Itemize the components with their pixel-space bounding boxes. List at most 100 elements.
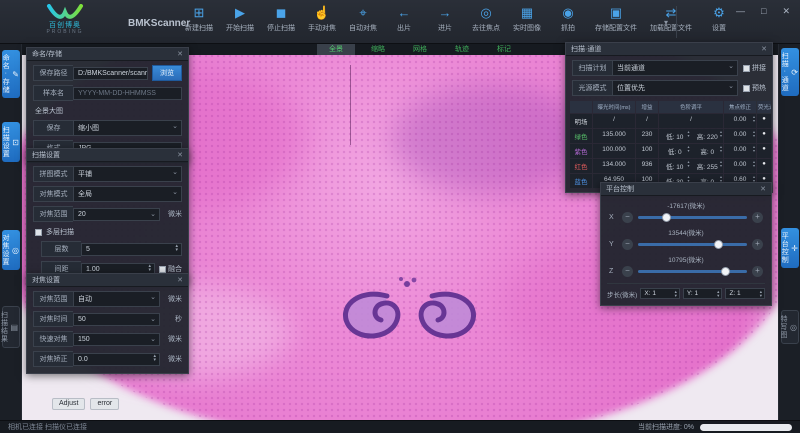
sidebar-tab-naming-storage[interactable]: ✎ 命名·存储 (2, 50, 20, 98)
toolbar-snapshot[interactable]: ◉ 抓拍 (554, 5, 582, 33)
sidebar-tab-focus-settings[interactable]: ◎ 对焦设置 (2, 230, 20, 270)
toolbar-stop-scan[interactable]: ◼ 停止扫描 (267, 5, 295, 33)
panel-stage-control: 平台控制 ✕ -17617(微米) X − + 13544(微米) Y − + … (600, 182, 772, 306)
scan-plan-select[interactable]: 当前通道 (612, 60, 738, 76)
sidebar-tab-scan-settings[interactable]: ⊡ 扫描设置 (2, 122, 20, 162)
y-step-stepper[interactable]: Y: 1 (683, 288, 723, 299)
channel-toggle[interactable]: ● (757, 159, 771, 173)
sample-name-input[interactable]: YYYY-MM-DD-HHMMSS (73, 87, 182, 100)
toolbar-manual-focus[interactable]: ☝ 手动对焦 (308, 5, 336, 33)
save-config-icon: ▣ (610, 5, 622, 21)
fast-focus-select[interactable]: 150 (73, 333, 160, 346)
manual-focus-icon: ☝ (314, 5, 330, 21)
view-tab-grid[interactable]: 网格 (401, 44, 439, 55)
load-slide-icon: → (439, 5, 452, 21)
view-tab-marker[interactable]: 标记 (485, 44, 523, 55)
browse-button[interactable]: 浏览 (152, 65, 182, 81)
level-low-stepper[interactable]: 低: 0 (659, 144, 691, 158)
channel-toggle[interactable]: ● (757, 129, 771, 143)
col-exposure: 曝光时间(ms) (593, 101, 635, 113)
toolbar-live-image[interactable]: ▦ 实时图像 (513, 5, 541, 33)
close-icon[interactable]: ✕ (761, 45, 767, 53)
focus-range-select[interactable]: 自动 (73, 291, 160, 307)
y-slider-thumb[interactable] (714, 240, 723, 249)
x-minus-button[interactable]: − (622, 212, 633, 223)
x-position-label: -17617(微米) (601, 200, 771, 210)
list-icon: ▤ (10, 323, 19, 332)
view-tab-overview[interactable]: 全景 (317, 44, 355, 55)
right-tab-strip: ⟳ 扫描·通道 ✛ 平台控制 ◎ 特写图 (778, 44, 800, 420)
multilayer-checkbox[interactable] (35, 229, 42, 236)
x-slider[interactable] (638, 216, 747, 219)
close-icon[interactable]: ✕ (177, 276, 183, 284)
stitch-checkbox[interactable] (743, 65, 750, 72)
toolbar-more-caret-icon[interactable]: ▾ (664, 18, 668, 27)
focus-correction-stepper[interactable]: 0.00 (724, 114, 756, 128)
toolbar-load-config[interactable]: ⇄ 加载配置文件 (650, 5, 692, 33)
minimize-button[interactable]: — (736, 6, 745, 17)
save-mode-select[interactable]: 缩小图 (73, 120, 182, 136)
sidebar-tab-stage-control[interactable]: ✛ 平台控制 (781, 228, 799, 268)
view-tab-track[interactable]: 轨迹 (443, 44, 481, 55)
col-gain: 增益 (636, 101, 658, 113)
save-path-input[interactable]: D:/BMKScanner/scanresult/XXX (73, 67, 148, 80)
channel-toggle[interactable]: ● (757, 114, 771, 128)
z-slider-thumb[interactable] (721, 267, 730, 276)
toolbar-new-scan[interactable]: ⊞ 新建扫描 (185, 5, 213, 33)
sidebar-tab-scan-channels[interactable]: ⟳ 扫描·通道 (781, 48, 799, 96)
level-high-stepper[interactable]: 高: 255 (692, 159, 724, 173)
fast-focus-label: 快速对焦 (33, 331, 73, 347)
toolbar-start-scan[interactable]: ▶ 开始扫描 (226, 5, 254, 33)
level-high-stepper[interactable]: 高: 0 (692, 144, 724, 158)
scan-plan-label: 扫描计划 (572, 60, 612, 76)
title-bar: 百创博奥 PROBING BMKScanner ⊞ 新建扫描 ▶ 开始扫描 ◼ … (0, 0, 800, 44)
y-slider[interactable] (638, 243, 747, 246)
col-channel-toggle: 荧光通道 (757, 101, 771, 113)
x-step-stepper[interactable]: X: 1 (640, 288, 680, 299)
z-minus-button[interactable]: − (622, 266, 633, 277)
toolbar-eject-slide[interactable]: ← 出片 (390, 5, 418, 33)
focus-time-select[interactable]: 50 (73, 313, 160, 326)
focus-mode-select[interactable]: 全局 (73, 186, 182, 202)
layers-stepper[interactable]: 5 (81, 243, 182, 256)
view-tab-thumbnail[interactable]: 缩略 (359, 44, 397, 55)
level-high-stepper[interactable]: 高: 220 (692, 129, 724, 143)
connection-status: 相机已连接 扫描仪已连接 (8, 422, 87, 432)
toolbar-save-config[interactable]: ▣ 存储配置文件 (595, 5, 637, 33)
x-slider-thumb[interactable] (662, 213, 671, 222)
z-step-stepper[interactable]: Z: 1 (725, 288, 765, 299)
close-icon[interactable]: ✕ (177, 50, 183, 58)
channel-toggle[interactable]: ● (757, 144, 771, 158)
close-button[interactable]: ✕ (782, 6, 790, 17)
toolbar-auto-focus[interactable]: ⌖ 自动对焦 (349, 5, 377, 33)
focus-correction-stepper[interactable]: 0.00 (724, 159, 756, 173)
close-icon[interactable]: ✕ (177, 151, 183, 159)
maximize-button[interactable]: □ (761, 6, 766, 17)
error-button[interactable]: error (90, 398, 119, 410)
focus-correction-stepper[interactable]: 0.0 (73, 353, 160, 366)
left-tab-strip: ✎ 命名·存储 ⊡ 扫描设置 ◎ 对焦设置 ▤ 扫描结果 (0, 44, 22, 420)
sidebar-tab-scan-results[interactable]: ▤ 扫描结果 (2, 306, 20, 348)
focus-correction-stepper[interactable]: 0.00 (724, 144, 756, 158)
y-plus-button[interactable]: + (752, 239, 763, 250)
focus-correction-stepper[interactable]: 0.00 (724, 129, 756, 143)
toolbar-settings[interactable]: ⚙ 设置 (705, 5, 733, 33)
preheat-checkbox[interactable] (743, 85, 750, 92)
adjust-button[interactable]: Adjust (52, 398, 85, 410)
z-plus-button[interactable]: + (752, 266, 763, 277)
y-minus-button[interactable]: − (622, 239, 633, 250)
light-mode-select[interactable]: 位置优先 (612, 80, 738, 96)
z-slider[interactable] (638, 270, 747, 273)
close-icon[interactable]: ✕ (760, 185, 766, 193)
col-focus-correction: 焦点修正 (724, 101, 756, 113)
level-low-stepper[interactable]: 低: 10 (659, 159, 691, 173)
focus-range-select[interactable]: 20 (73, 208, 160, 221)
toolbar-load-slide[interactable]: → 进片 (431, 5, 459, 33)
x-plus-button[interactable]: + (752, 212, 763, 223)
header-separator (676, 6, 677, 38)
fusion-checkbox[interactable] (159, 266, 166, 273)
tile-mode-select[interactable]: 平铺 (73, 166, 182, 182)
toolbar-goto-focus[interactable]: ◎ 去往焦点 (472, 5, 500, 33)
level-low-stepper[interactable]: 低: 10 (659, 129, 691, 143)
sidebar-tab-closeup-view[interactable]: ◎ 特写图 (781, 310, 799, 344)
